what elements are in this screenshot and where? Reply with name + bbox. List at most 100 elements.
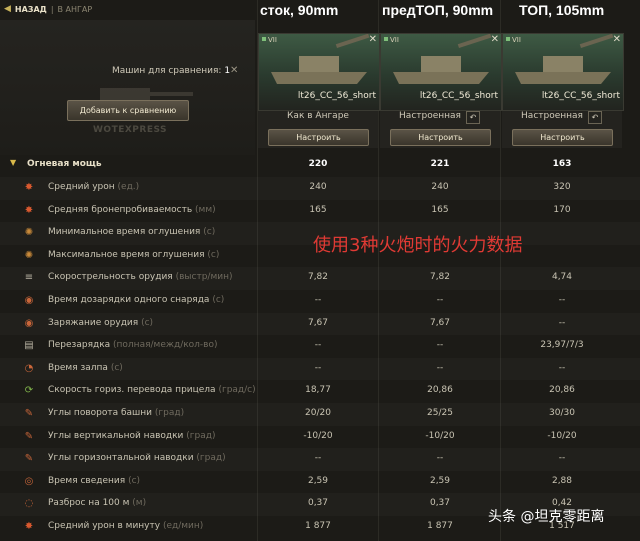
close-icon[interactable]: ✕: [369, 34, 377, 45]
row-label: Углы вертикальной наводки (град): [48, 430, 216, 441]
close-icon[interactable]: ✕: [230, 65, 238, 76]
column-header-stock: сток, 90mm: [260, 2, 339, 18]
value-cell: 220: [308, 159, 328, 169]
close-icon[interactable]: ✕: [613, 34, 621, 45]
value-cell: 165: [431, 204, 449, 215]
row-label: Время залпа (с): [48, 362, 123, 373]
add-to-compare-button[interactable]: Добавить к сравнению: [67, 100, 189, 121]
value-cell: 7,67: [429, 317, 451, 328]
value-cell: 170: [553, 204, 571, 215]
undo-icon[interactable]: ↶: [588, 111, 602, 124]
vehicle-name: lt26_CC_56_short: [297, 91, 376, 101]
breadcrumb-separator: |: [50, 4, 54, 14]
traverse-icon: ⟳: [24, 385, 34, 397]
value-cell: --: [314, 295, 322, 305]
configure-button[interactable]: Настроить: [512, 129, 613, 146]
vehicle-image: VII ✕ lt26_CC_56_short: [502, 33, 624, 111]
chevron-down-icon[interactable]: ▼: [10, 158, 16, 167]
watermark: WOTEXPRESS: [93, 125, 168, 135]
vehicle-image: VII ✕ lt26_CC_56_short: [258, 33, 380, 111]
config-status: Как в Ангаре: [287, 111, 349, 121]
value-cell: -10/20: [303, 430, 333, 441]
tier-label: VII: [268, 36, 277, 44]
tier-label: VII: [512, 36, 521, 44]
value-cell: 0,37: [307, 498, 329, 509]
horizontal-angles-icon: ✎: [24, 453, 34, 465]
vehicle-card-2[interactable]: VII ✕ lt26_CC_56_short Настроенная ↶ Нас…: [380, 33, 502, 148]
value-cell: 4,74: [551, 272, 573, 283]
value-cell: 23,97/7/3: [540, 340, 584, 351]
breadcrumb-hangar[interactable]: В АНГАР: [58, 5, 93, 14]
value-cell: 163: [552, 159, 572, 169]
brand-watermark: 头条 @坦克零距离: [488, 509, 605, 525]
table-row: ✸ Средний урон (ед.) 240 240 320: [0, 177, 640, 200]
vehicle-name: lt26_CC_56_short: [419, 91, 498, 101]
tier-label: VII: [390, 36, 399, 44]
vehicle-card-3[interactable]: VII ✕ lt26_CC_56_short Настроенная ↶ Нас…: [502, 33, 624, 148]
config-status: Настроенная: [521, 111, 583, 121]
compare-count-label: Машин для сравнения: 1: [112, 66, 231, 76]
category-firepower[interactable]: ▼ Огневая мощь 220 221 163: [0, 154, 640, 177]
value-cell: --: [558, 362, 566, 373]
back-arrow-icon[interactable]: ◀: [4, 4, 11, 14]
value-cell: --: [436, 295, 444, 305]
rate-of-fire-icon: ≡: [24, 272, 34, 284]
vertical-angles-icon: ✎: [24, 430, 34, 442]
undo-icon[interactable]: ↶: [466, 111, 480, 124]
column-header-pretop: предТОП, 90mm: [382, 2, 494, 18]
value-cell: 1 877: [427, 521, 453, 531]
close-icon[interactable]: ✕: [491, 34, 499, 45]
value-cell: 20,86: [549, 385, 575, 396]
row-label: Заряжание орудия (с): [48, 317, 154, 328]
table-row: ≡ Скорострельность орудия (выстр/мин) 7,82…: [0, 267, 640, 290]
shell-reload-icon: ◉: [24, 295, 34, 306]
value-cell: 30/30: [549, 408, 575, 418]
value-cell: 240: [431, 182, 449, 192]
value-cell: 18,77: [305, 385, 331, 396]
table-row: ◎ Время сведения (с) 2,59 2,59 2,88: [0, 471, 640, 494]
row-label: Перезарядка (полная/межд/кол-во): [48, 340, 218, 351]
nation-flag-icon: [262, 37, 266, 41]
row-label: Максимальное время оглушения (с): [48, 249, 220, 260]
penetration-icon: ✸: [24, 204, 34, 216]
nation-flag-icon: [384, 37, 388, 41]
vehicle-name: lt26_CC_56_short: [541, 91, 620, 101]
table-row: ◉ Заряжание орудия (с) 7,67 7,67 --: [0, 313, 640, 336]
value-cell: 7,82: [429, 272, 451, 283]
row-label: Углы горизонтальной наводки (град): [48, 453, 226, 464]
value-cell: 2,59: [307, 475, 329, 486]
dpm-icon: ✸: [24, 521, 34, 532]
back-button[interactable]: НАЗАД: [15, 5, 47, 14]
table-row: ◔ Время залпа (с) -- -- --: [0, 358, 640, 381]
value-cell: 221: [430, 159, 450, 169]
value-cell: --: [314, 453, 322, 464]
table-row: ✎ Углы вертикальной наводки (град) -10/20 -…: [0, 426, 640, 449]
value-cell: 2,88: [551, 475, 573, 486]
value-cell: --: [558, 453, 566, 464]
compare-panel: Машин для сравнения: 1 ✕ Добавить к срав…: [0, 20, 255, 155]
configure-button[interactable]: Настроить: [390, 129, 491, 146]
annotation-text: 使用3种火炮时的火力数据: [313, 235, 523, 256]
damage-icon: ✸: [24, 182, 34, 193]
value-cell: --: [436, 340, 444, 351]
value-cell: --: [436, 453, 444, 464]
value-cell: 1 877: [305, 521, 331, 531]
config-status: Настроенная: [399, 111, 461, 121]
reload-icon: ▤: [24, 340, 34, 352]
configure-button[interactable]: Настроить: [268, 129, 369, 146]
loading-icon: ◉: [24, 317, 34, 329]
value-cell: --: [558, 317, 566, 328]
value-cell: 7,67: [307, 317, 329, 328]
row-label: Средний урон (ед.): [48, 182, 140, 192]
table-row: ✎ Углы поворота башни (град) 20/20 25/25 30/…: [0, 403, 640, 426]
value-cell: --: [314, 340, 322, 351]
table-row: ◉ Время дозарядки одного снаряда (с) -- -- -…: [0, 290, 640, 313]
vehicle-card-1[interactable]: VII ✕ lt26_CC_56_short Как в Ангаре Наст…: [258, 33, 380, 148]
value-cell: 7,82: [307, 272, 329, 283]
value-cell: 165: [309, 204, 327, 215]
value-cell: -10/20: [425, 430, 455, 441]
value-cell: --: [558, 295, 566, 305]
value-cell: 25/25: [427, 408, 453, 418]
row-label: Скорость гориз. перевода прицела (град/с…: [48, 385, 256, 396]
min-stun-icon: ✺: [24, 227, 34, 239]
